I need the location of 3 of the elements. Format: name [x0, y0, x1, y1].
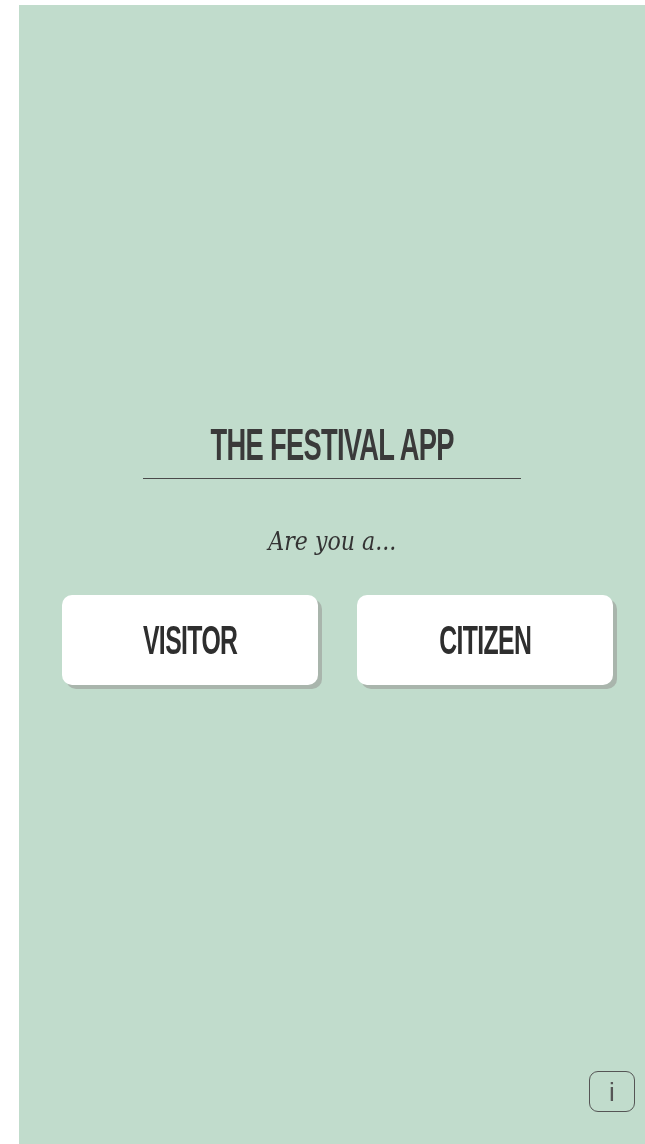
- app-title: THE FESTIVAL APP: [210, 420, 454, 470]
- info-button[interactable]: i: [589, 1071, 635, 1112]
- prompt-text: Are you a...: [268, 525, 396, 558]
